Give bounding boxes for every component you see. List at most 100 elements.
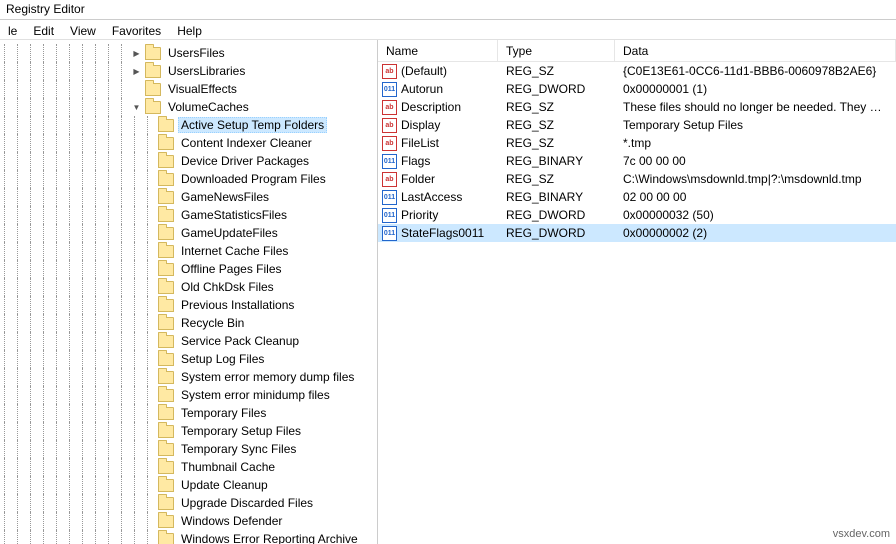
tree-item-system-error-minidump-files[interactable]: System error minidump files xyxy=(0,386,377,404)
value-row[interactable]: 011LastAccessREG_BINARY02 00 00 00 xyxy=(378,188,896,206)
folder-icon xyxy=(158,335,174,348)
tree-item-label: UsersFiles xyxy=(165,45,228,61)
title-text: Registry Editor xyxy=(6,2,85,16)
tree-item-gamenewsfiles[interactable]: GameNewsFiles xyxy=(0,188,377,206)
folder-icon xyxy=(158,497,174,510)
values-pane[interactable]: Name Type Data ab(Default)REG_SZ{C0E13E6… xyxy=(378,40,896,544)
tree-item-content-indexer-cleaner[interactable]: Content Indexer Cleaner xyxy=(0,134,377,152)
col-header-data[interactable]: Data xyxy=(615,40,896,61)
tree-item-label: Temporary Sync Files xyxy=(178,441,299,457)
tree-item-previous-installations[interactable]: Previous Installations xyxy=(0,296,377,314)
tree-item-internet-cache-files[interactable]: Internet Cache Files xyxy=(0,242,377,260)
folder-icon xyxy=(158,173,174,186)
value-row[interactable]: 011AutorunREG_DWORD0x00000001 (1) xyxy=(378,80,896,98)
value-row[interactable]: abDisplayREG_SZTemporary Setup Files xyxy=(378,116,896,134)
tree-item-active-setup-temp-folders[interactable]: Active Setup Temp Folders xyxy=(0,116,377,134)
folder-icon xyxy=(158,353,174,366)
tree-item-windows-defender[interactable]: Windows Defender xyxy=(0,512,377,530)
tree-item-label: Previous Installations xyxy=(178,297,297,313)
value-row[interactable]: abFileListREG_SZ*.tmp xyxy=(378,134,896,152)
tree-item-downloaded-program-files[interactable]: Downloaded Program Files xyxy=(0,170,377,188)
tree-item-temporary-setup-files[interactable]: Temporary Setup Files xyxy=(0,422,377,440)
tree-item-service-pack-cleanup[interactable]: Service Pack Cleanup xyxy=(0,332,377,350)
col-header-name[interactable]: Name xyxy=(378,40,498,61)
tree-item-update-cleanup[interactable]: Update Cleanup xyxy=(0,476,377,494)
value-type: REG_SZ xyxy=(498,171,615,187)
value-type: REG_DWORD xyxy=(498,207,615,223)
value-name: Display xyxy=(401,118,440,132)
menu-file[interactable]: le xyxy=(0,22,25,37)
value-type: REG_SZ xyxy=(498,63,615,79)
folder-icon xyxy=(158,515,174,528)
expander-icon[interactable] xyxy=(131,84,142,95)
folder-icon xyxy=(158,317,174,330)
tree-item-usersfiles[interactable]: ▶ UsersFiles xyxy=(0,44,377,62)
col-header-type[interactable]: Type xyxy=(498,40,615,61)
folder-icon xyxy=(158,371,174,384)
tree-item-setup-log-files[interactable]: Setup Log Files xyxy=(0,350,377,368)
tree-item-system-error-memory-dump-files[interactable]: System error memory dump files xyxy=(0,368,377,386)
folder-icon xyxy=(145,83,161,96)
value-type-icon: ab xyxy=(382,100,397,115)
tree-item-thumbnail-cache[interactable]: Thumbnail Cache xyxy=(0,458,377,476)
value-type-icon: 011 xyxy=(382,190,397,205)
value-data: 02 00 00 00 xyxy=(615,189,896,205)
window-title: Registry Editor xyxy=(0,0,896,20)
menu-view[interactable]: View xyxy=(62,22,104,37)
tree-item-gameupdatefiles[interactable]: GameUpdateFiles xyxy=(0,224,377,242)
tree-pane[interactable]: ▶UsersFiles▶UsersLibrariesVisualEffects▼… xyxy=(0,40,378,544)
menu-edit[interactable]: Edit xyxy=(25,22,62,37)
folder-icon xyxy=(158,299,174,312)
tree-item-label: Offline Pages Files xyxy=(178,261,285,277)
tree-item-userslibraries[interactable]: ▶UsersLibraries xyxy=(0,62,377,80)
folder-icon xyxy=(158,227,174,240)
tree-item-offline-pages-files[interactable]: Offline Pages Files xyxy=(0,260,377,278)
value-row[interactable]: ab (Default) REG_SZ{C0E13E61-0CC6-11d1-BBB… xyxy=(378,62,896,80)
value-type: REG_BINARY xyxy=(498,153,615,169)
tree-item-label: Temporary Files xyxy=(178,405,269,421)
folder-icon xyxy=(158,533,174,544)
value-type-icon: 011 xyxy=(382,226,397,241)
value-row[interactable]: abDescriptionREG_SZThese files should no… xyxy=(378,98,896,116)
tree-item-device-driver-packages[interactable]: Device Driver Packages xyxy=(0,152,377,170)
tree-item-label: System error minidump files xyxy=(178,387,333,403)
tree-item-windows-error-reporting-archive[interactable]: Windows Error Reporting Archive xyxy=(0,530,377,544)
tree-item-upgrade-discarded-files[interactable]: Upgrade Discarded Files xyxy=(0,494,377,512)
folder-icon xyxy=(158,479,174,492)
folder-icon xyxy=(158,245,174,258)
tree-item-temporary-sync-files[interactable]: Temporary Sync Files xyxy=(0,440,377,458)
value-data: {C0E13E61-0CC6-11d1-BBB6-0060978B2AE6} xyxy=(615,63,896,79)
tree-item-visualeffects[interactable]: VisualEffects xyxy=(0,80,377,98)
tree-item-old-chkdsk-files[interactable]: Old ChkDsk Files xyxy=(0,278,377,296)
value-data: *.tmp xyxy=(615,135,896,151)
value-row[interactable]: abFolderREG_SZC:\Windows\msdownld.tmp|?:… xyxy=(378,170,896,188)
value-row[interactable]: 011FlagsREG_BINARY7c 00 00 00 xyxy=(378,152,896,170)
value-name: (Default) xyxy=(401,64,447,78)
tree-item-temporary-files[interactable]: Temporary Files xyxy=(0,404,377,422)
tree-item-label: Service Pack Cleanup xyxy=(178,333,302,349)
value-name: Description xyxy=(401,100,461,114)
value-type-icon: ab xyxy=(382,64,397,79)
tree-item-label: VolumeCaches xyxy=(165,99,252,115)
expander-icon[interactable]: ▼ xyxy=(131,102,142,113)
folder-icon xyxy=(145,101,161,114)
value-name: LastAccess xyxy=(401,190,462,204)
folder-icon xyxy=(158,119,174,132)
value-data: Temporary Setup Files xyxy=(615,117,896,133)
tree-item-gamestatisticsfiles[interactable]: GameStatisticsFiles xyxy=(0,206,377,224)
menu-help[interactable]: Help xyxy=(169,22,210,37)
value-type: REG_SZ xyxy=(498,99,615,115)
value-row[interactable]: 011PriorityREG_DWORD0x00000032 (50) xyxy=(378,206,896,224)
tree-item-label: Downloaded Program Files xyxy=(178,171,329,187)
tree-item-volumecaches[interactable]: ▼ VolumeCaches xyxy=(0,98,377,116)
expander-icon[interactable]: ▶ xyxy=(131,48,142,59)
value-row[interactable]: 011StateFlags0011REG_DWORD0x00000002 (2) xyxy=(378,224,896,242)
expander-icon[interactable]: ▶ xyxy=(131,66,142,77)
tree-item-label: Update Cleanup xyxy=(178,477,271,493)
value-name: StateFlags0011 xyxy=(401,226,484,240)
menu-favorites[interactable]: Favorites xyxy=(104,22,169,37)
tree-item-recycle-bin[interactable]: Recycle Bin xyxy=(0,314,377,332)
value-name: Flags xyxy=(401,154,430,168)
value-data: 7c 00 00 00 xyxy=(615,153,896,169)
folder-icon xyxy=(145,65,161,78)
